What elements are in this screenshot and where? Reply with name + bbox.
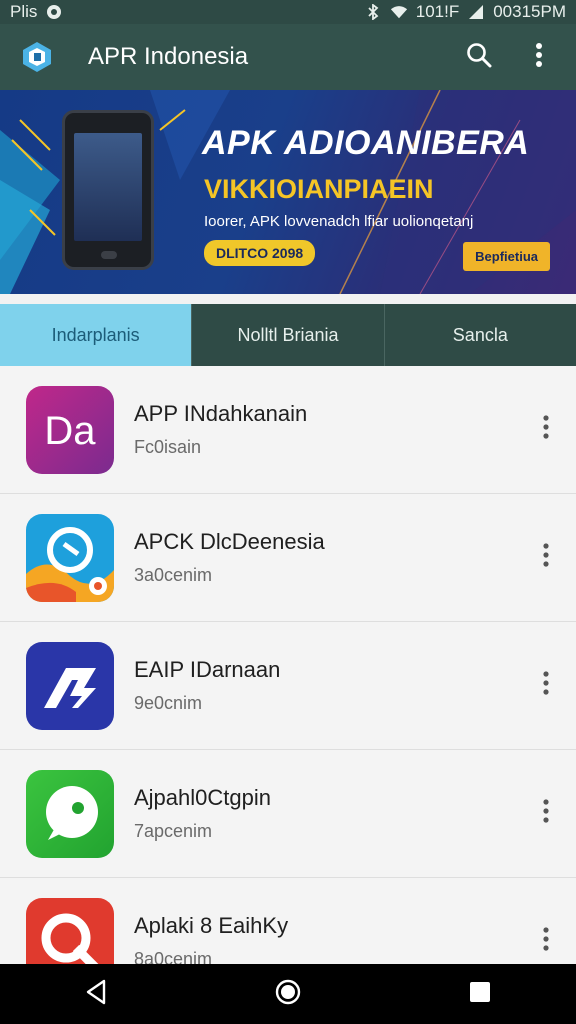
app-texts: EAIP IDarnaan 9e0cnim (134, 657, 280, 714)
app-name: Ajpahl0Ctgpin (134, 785, 271, 810)
more-vert-icon (543, 927, 549, 956)
app-texts: Aplaki 8 EaihKy 8a0cenim (134, 913, 288, 964)
svg-text:Da: Da (44, 409, 96, 453)
app-texts: APCK DlcDeenesia 3a0cenim (134, 529, 325, 586)
status-bar: Plis 101!F 00315PM (0, 0, 576, 24)
search-icon (466, 42, 492, 73)
arrow-logo-icon (26, 641, 114, 730)
item-more-button[interactable] (536, 415, 556, 445)
g-logo-icon (26, 897, 114, 964)
tab-nolltl-briania[interactable]: Nolltl Briania (191, 304, 383, 366)
carrier-text: 101!F (415, 2, 460, 21)
app-name: APCK DlcDeenesia (134, 529, 325, 554)
camera-chat-icon (26, 513, 114, 602)
status-left-text: Plis (10, 2, 38, 21)
banner-subtitle: VIKKIOIANPIAEIN (204, 174, 434, 204)
more-vert-icon (543, 799, 549, 828)
phone-illustration (62, 110, 154, 270)
item-more-button[interactable] (536, 927, 556, 957)
list-item[interactable]: Ajpahl0Ctgpin 7apcenim (0, 750, 576, 878)
more-vert-icon (543, 543, 549, 572)
item-more-button[interactable] (536, 543, 556, 573)
app-size: Fc0isain (134, 437, 202, 457)
app-actions (464, 42, 554, 72)
back-triangle-icon (84, 979, 108, 1010)
more-vert-icon (543, 415, 549, 444)
banner-text: Ioorer, APK lovvenadch lfiar uolionqetan… (204, 213, 474, 230)
back-button[interactable] (76, 974, 116, 1014)
banner-cta-button[interactable]: Bepfietiua (463, 242, 550, 271)
app-title: APR Indonesia (88, 43, 249, 70)
app-bar: APR Indonesia (0, 24, 576, 90)
tab-indarplanis[interactable]: Indarplanis (0, 304, 192, 366)
da-logo-icon: Da (26, 385, 114, 474)
item-more-button[interactable] (536, 799, 556, 829)
system-nav-bar (0, 964, 576, 1024)
list-item[interactable]: APCK DlcDeenesia 3a0cenim (0, 494, 576, 622)
signal-icon (467, 3, 485, 21)
item-more-button[interactable] (536, 671, 556, 701)
status-time: 00315PM (493, 2, 566, 21)
app-size: 9e0cnim (134, 693, 203, 713)
app-name: APP INdahkanain (134, 401, 308, 426)
app-logo-icon (20, 40, 54, 74)
list-item[interactable]: Aplaki 8 EaihKy 8a0cenim (0, 878, 576, 964)
search-button[interactable] (464, 42, 494, 72)
tab-sancla[interactable]: Sancla (383, 304, 576, 366)
app-size: 7apcenim (134, 821, 213, 841)
bluetooth-icon (364, 3, 382, 21)
notification-icon (45, 3, 63, 21)
home-circle-icon (274, 978, 302, 1011)
app-name: EAIP IDarnaan (134, 657, 281, 682)
banner-badge: DLITCO 2098 (204, 240, 316, 266)
wifi-icon (390, 3, 408, 21)
app-name: Aplaki 8 EaihKy (134, 913, 289, 938)
recents-square-icon (468, 980, 492, 1009)
list-item[interactable]: EAIP IDarnaan 9e0cnim (0, 622, 576, 750)
category-tabs: Indarplanis Nolltl Briania Sancla (0, 304, 576, 366)
overflow-menu-button[interactable] (524, 42, 554, 72)
status-left: Plis (10, 2, 63, 22)
app-texts: Ajpahl0Ctgpin 7apcenim (134, 785, 271, 842)
list-item[interactable]: Da APP INdahkanain Fc0isain (0, 366, 576, 494)
promo-banner[interactable]: APK ADIOANIBERA VIKKIOIANPIAEIN Ioorer, … (0, 90, 576, 294)
more-vert-icon (543, 671, 549, 700)
banner-title: APK ADIOANIBERA (202, 124, 530, 162)
app-size: 3a0cenim (134, 565, 213, 585)
phone-home-button (101, 251, 117, 259)
app-list: Da APP INdahkanain Fc0isain APCK DlcDeen… (0, 366, 576, 964)
more-vert-icon (535, 42, 543, 73)
status-right: 101!F 00315PM (364, 2, 566, 22)
home-button[interactable] (268, 974, 308, 1014)
app-size: 8a0cenim (134, 949, 213, 964)
app-texts: APP INdahkanain Fc0isain (134, 401, 307, 458)
chat-bubble-icon (26, 769, 114, 858)
phone-screen (74, 133, 142, 241)
recents-button[interactable] (460, 974, 500, 1014)
